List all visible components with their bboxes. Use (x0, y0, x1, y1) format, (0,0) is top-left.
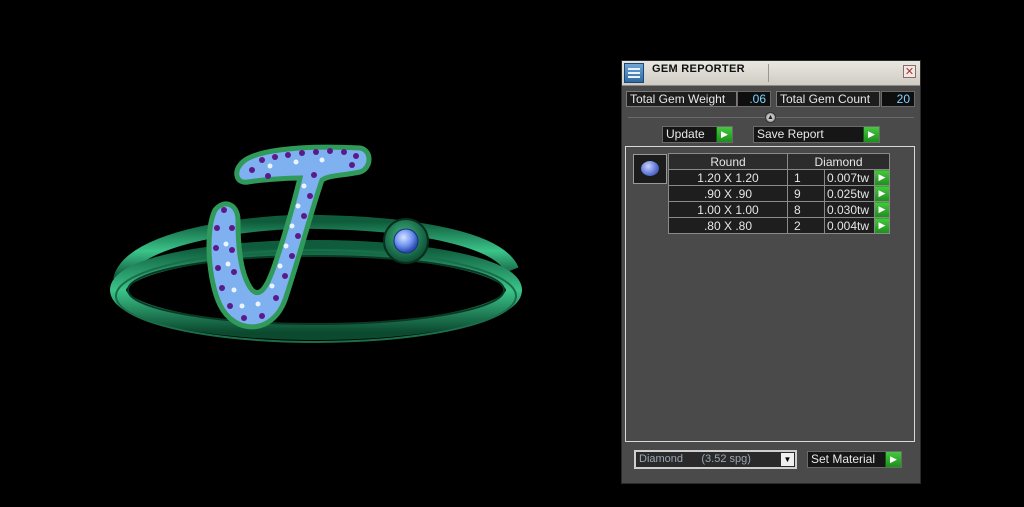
update-button[interactable]: Update ▶ (662, 126, 733, 143)
gem-size: .80 X .80 (668, 217, 788, 234)
green-arrow-icon[interactable]: ▶ (874, 217, 890, 234)
material-header: Diamond (787, 153, 890, 170)
gem-count: 1 (787, 169, 825, 186)
green-arrow-icon: ▶ (863, 127, 879, 142)
total-gem-count-label: Total Gem Count (776, 91, 880, 107)
bezel-stone (393, 228, 419, 254)
ring-render (110, 144, 522, 343)
total-gem-weight-label: Total Gem Weight (626, 91, 737, 107)
green-arrow-icon[interactable]: ▶ (874, 169, 890, 186)
save-report-button[interactable]: Save Report ▶ (753, 126, 880, 143)
gem-reporter-app-icon (624, 63, 644, 83)
chevron-down-icon[interactable]: ▼ (781, 453, 794, 466)
gem-count: 9 (787, 185, 825, 202)
3d-viewport[interactable] (0, 0, 610, 502)
table-row: .90 X .90 9 0.025tw ▶ (668, 185, 890, 202)
title-bar[interactable]: GEM REPORTER ✕ (622, 61, 920, 86)
update-button-label: Update (666, 127, 705, 141)
green-arrow-icon[interactable]: ▶ (874, 201, 890, 218)
gem-size: .90 X .90 (668, 185, 788, 202)
material-select[interactable]: Diamond (3.52 spg) ▼ (634, 450, 797, 469)
gem-count: 2 (787, 217, 825, 234)
table-header-row: Round Diamond (668, 153, 890, 170)
save-report-button-label: Save Report (757, 127, 824, 141)
gem-count: 8 (787, 201, 825, 218)
green-arrow-icon[interactable]: ▶ (874, 185, 890, 202)
gem-table: Round Diamond 1.20 X 1.20 1 0.007tw ▶ .9… (668, 153, 890, 234)
gem-weight: 0.004tw (824, 217, 875, 234)
total-gem-count-value: 20 (881, 91, 915, 107)
gem-weight: 0.030tw (824, 201, 875, 218)
gem-size: 1.00 X 1.00 (668, 201, 788, 218)
ring-band-front (110, 240, 522, 340)
gem-size: 1.20 X 1.20 (668, 169, 788, 186)
set-material-button-label: Set Material (811, 452, 876, 466)
green-arrow-icon: ▶ (716, 127, 732, 142)
close-icon[interactable]: ✕ (903, 65, 916, 78)
gem-reporter-panel: GEM REPORTER ✕ Total Gem Weight .06 Tota… (621, 60, 921, 484)
material-select-value: Diamond (3.52 spg) (639, 453, 751, 465)
shape-header: Round (668, 153, 788, 170)
gem-report-area[interactable]: Round Diamond 1.20 X 1.20 1 0.007tw ▶ .9… (625, 146, 915, 442)
gem-weight: 0.025tw (824, 185, 875, 202)
panel-title: GEM REPORTER (652, 63, 745, 75)
table-row: 1.20 X 1.20 1 0.007tw ▶ (668, 169, 890, 186)
table-row: .80 X .80 2 0.004tw ▶ (668, 217, 890, 234)
title-divider (768, 64, 769, 82)
round-gem-icon[interactable] (633, 154, 667, 184)
set-material-button[interactable]: Set Material ▶ (807, 451, 902, 468)
green-arrow-icon: ▶ (885, 452, 901, 467)
table-row: 1.00 X 1.00 8 0.030tw ▶ (668, 201, 890, 218)
gem-weight: 0.007tw (824, 169, 875, 186)
collapse-knob-icon[interactable]: ▲ (765, 112, 776, 123)
total-gem-weight-value: .06 (737, 91, 771, 107)
letter-j-outline (206, 144, 372, 330)
